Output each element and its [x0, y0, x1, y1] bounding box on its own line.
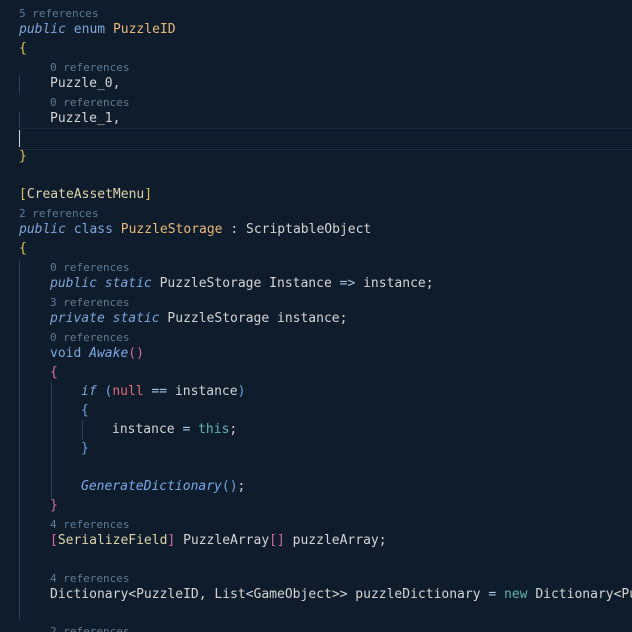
- attribute: CreateAssetMenu: [26, 187, 145, 202]
- code-line: private static PuzzleStorage instance;: [50, 309, 632, 329]
- brace: }: [19, 149, 27, 164]
- keyword: class: [73, 222, 113, 237]
- paren: (): [128, 346, 144, 361]
- brace: {: [19, 41, 27, 56]
- code-line: Dictionary<PuzzleID, List<GameObject>> p…: [50, 585, 632, 605]
- code-line: }: [81, 439, 632, 459]
- bracket: [: [19, 187, 27, 202]
- brace: {: [19, 241, 27, 256]
- indent-guide: [82, 420, 83, 440]
- keyword: enum: [73, 22, 106, 37]
- paren: (): [221, 479, 238, 494]
- field-name: instance: [112, 422, 175, 437]
- enum-member: Puzzle_1,: [50, 111, 121, 126]
- code-line: {: [81, 401, 632, 421]
- bracket: ]: [144, 187, 153, 202]
- bracket: []: [269, 533, 285, 548]
- bracket: ]: [167, 533, 176, 548]
- text-caret: [19, 130, 20, 147]
- type-name: Dictionary: [50, 587, 129, 602]
- brace: {: [81, 403, 89, 418]
- operator: =: [488, 587, 497, 602]
- type-name: PuzzleID: [136, 587, 199, 602]
- keyword: public: [19, 222, 66, 237]
- code-line: public enum PuzzleID: [19, 20, 632, 40]
- code-line: [SerializeField] PuzzleArray[] puzzleArr…: [50, 531, 632, 551]
- operator: =>: [339, 276, 356, 291]
- attribute: SerializeField: [57, 533, 168, 548]
- code-line: void Awake(): [50, 344, 632, 364]
- enum-member: Puzzle_0,: [50, 76, 121, 91]
- code-line: Puzzle_0,: [50, 74, 632, 94]
- keyword: void: [50, 346, 82, 361]
- keyword: static: [112, 311, 160, 326]
- field-name: instance: [174, 384, 238, 399]
- enum-name: PuzzleID: [112, 22, 176, 37]
- type-name: PuzzleArray: [183, 533, 270, 548]
- brace: }: [81, 441, 89, 456]
- code-line: GenerateDictionary();: [81, 479, 246, 494]
- keyword: public: [50, 276, 97, 291]
- keyword: static: [104, 276, 152, 291]
- code-line: public class PuzzleStorage : ScriptableO…: [19, 222, 372, 237]
- field-name: instance;: [363, 276, 434, 291]
- type-name: GameObject: [253, 587, 332, 602]
- brace: }: [50, 498, 58, 513]
- code-line: public static PuzzleStorage Instance => …: [50, 274, 632, 294]
- code-line: }: [19, 147, 632, 167]
- code-line: Puzzle_1,: [50, 109, 632, 129]
- code-line: {: [50, 363, 632, 383]
- keyword: null: [112, 384, 144, 399]
- class-name: PuzzleStorage: [120, 222, 223, 237]
- keyword: private: [50, 311, 105, 326]
- keyword: public: [19, 22, 66, 37]
- operator: =: [182, 422, 191, 437]
- keyword: new: [504, 587, 528, 602]
- code-line: {: [19, 39, 632, 59]
- operator: ==: [151, 384, 168, 399]
- field-name: instance;: [277, 311, 348, 326]
- keyword: this: [198, 422, 230, 437]
- property-name: Instance: [269, 276, 332, 291]
- indent-guide: [51, 382, 52, 498]
- type-name: List: [214, 587, 246, 602]
- code-line: {: [19, 239, 632, 259]
- code-line: instance = this;: [112, 422, 238, 437]
- indent-guide: [19, 112, 20, 128]
- base-class: ScriptableObject: [246, 222, 372, 237]
- indent-guide: [19, 260, 20, 620]
- code-line: }: [50, 496, 632, 516]
- code-editor[interactable]: 5 references public enum PuzzleID { 0 re…: [0, 0, 632, 632]
- brace: {: [50, 365, 58, 380]
- field-name: puzzleArray;: [292, 533, 387, 548]
- keyword: if: [81, 384, 97, 399]
- type-name: Dictionary<Puz: [535, 587, 632, 602]
- field-name: puzzleDictionary: [355, 587, 481, 602]
- code-line: [CreateAssetMenu]: [19, 185, 632, 205]
- method-call: GenerateDictionary: [81, 479, 222, 494]
- indent-guide: [19, 75, 20, 95]
- method-name: Awake: [89, 346, 129, 361]
- bracket: [: [50, 533, 58, 548]
- code-line: if (null == instance): [81, 382, 632, 402]
- type-name: PuzzleStorage: [167, 311, 270, 326]
- type-name: PuzzleStorage: [159, 276, 262, 291]
- paren: ): [237, 384, 246, 399]
- code-lens-references[interactable]: 2 references: [50, 624, 632, 632]
